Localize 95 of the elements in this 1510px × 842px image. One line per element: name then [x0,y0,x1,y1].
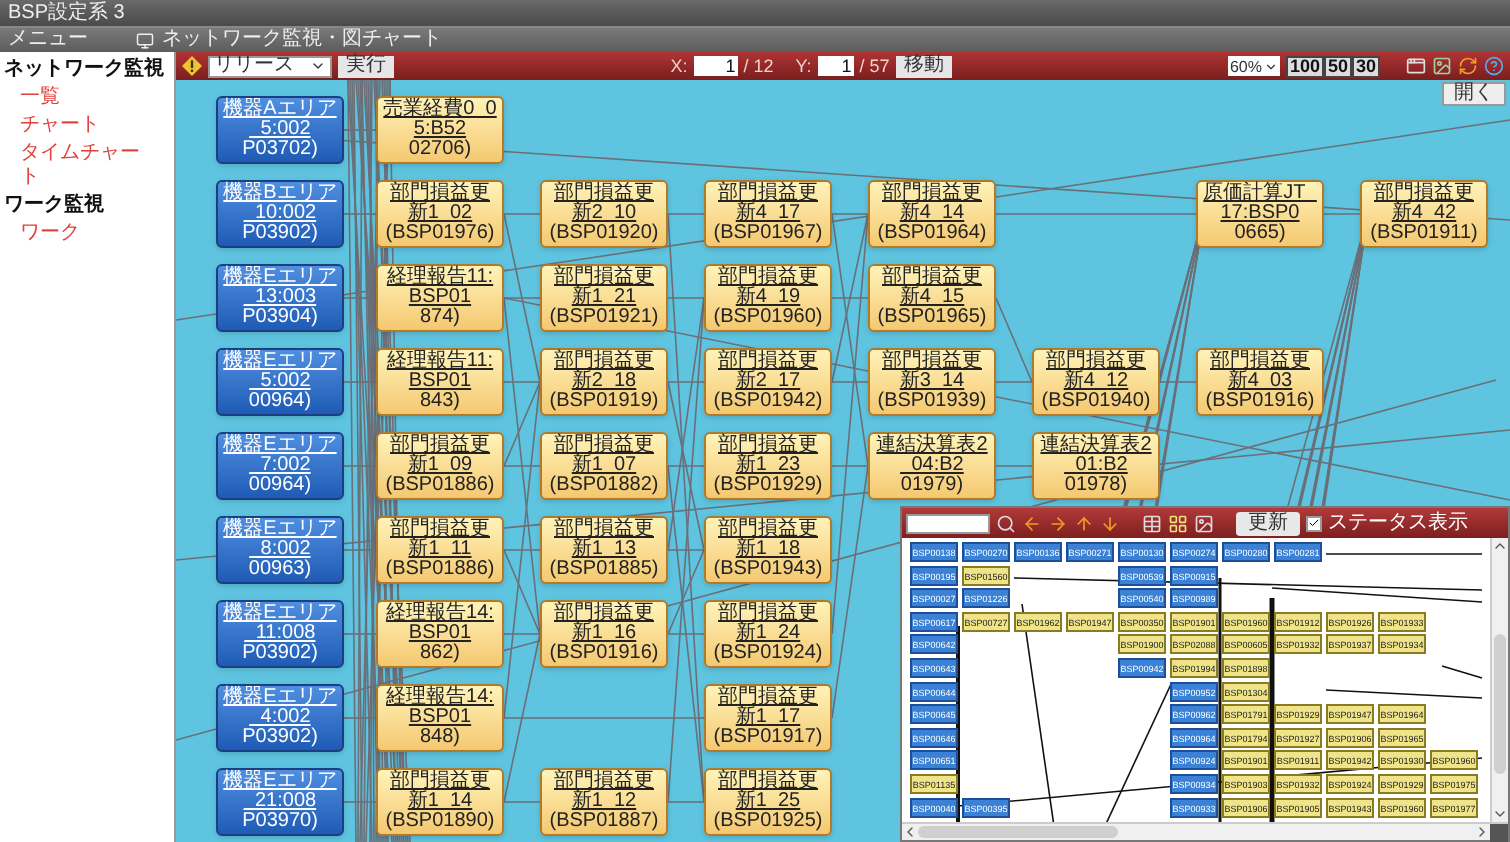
status-label: ステータス表示 [1328,513,1468,533]
image-icon[interactable] [1194,513,1214,533]
source-node[interactable]: 機器Eエリア_5:002 00964) [216,348,344,416]
job-node[interactable]: 部門損益更新3_14 (BSP01939) [868,348,996,416]
job-node[interactable]: 部門損益更新1_21 (BSP01921) [540,264,668,332]
job-node[interactable]: 経理報告11:BSP01 843) [376,348,504,416]
job-node[interactable]: 部門損益更新2_10 (BSP01920) [540,180,668,248]
sidebar-item[interactable]: タイムチャート [0,140,174,192]
x-total: / 12 [743,56,774,76]
check-icon [1308,516,1320,530]
page-title: ネットワーク監視・図チャート [162,30,442,50]
zoom-preset-button[interactable]: 30 [1351,55,1380,77]
source-node[interactable]: 機器Eエリア_21:008 P03970) [216,768,344,836]
arrow-up-icon[interactable] [1074,513,1094,533]
refresh-icon[interactable] [1458,56,1478,76]
sidebar-heading: ネットワーク監視 [2,56,166,84]
arrow-right-icon[interactable] [1048,513,1068,533]
source-node[interactable]: 機器Eエリア_13:003 P03904) [216,264,344,332]
open-button[interactable]: 開く [1442,82,1506,106]
status-checkbox[interactable] [1306,515,1322,531]
job-node[interactable]: 連結決算表2_01:B2 01978) [1032,432,1160,500]
zoom-preset-button[interactable]: 50 [1323,55,1352,77]
job-node[interactable]: 部門損益更新1_24 (BSP01924) [704,600,832,668]
job-node[interactable]: 原価計算JT_17:BSP0 0665) [1196,180,1324,248]
menu-label[interactable]: メニュー [8,30,128,50]
y-field[interactable]: 1 [817,56,854,76]
job-node[interactable]: 部門損益更新2_18 (BSP01919) [540,348,668,416]
window-icon[interactable] [1406,56,1426,76]
scroll-left-icon[interactable] [902,824,918,840]
job-node[interactable]: 部門損益更新4_12 (BSP01940) [1032,348,1160,416]
source-node[interactable]: 機器Eエリア_4:002 P03902) [216,684,344,752]
source-node[interactable]: 機器Aエリア_5:002 P03702) [216,96,344,164]
job-node[interactable]: 部門損益更新2_17 (BSP01942) [704,348,832,416]
zoom-preset-button[interactable]: 100 [1285,55,1324,77]
scroll-right-icon[interactable] [1474,824,1490,840]
job-node[interactable]: 部門損益更新4_03 (BSP01916) [1196,348,1324,416]
move-button[interactable]: 移動 [895,55,952,77]
job-node[interactable]: 連結決算表2_04:B2 01979) [868,432,996,500]
run-button[interactable]: 実行 [338,55,394,77]
help-icon[interactable] [1484,56,1504,76]
refresh-button[interactable]: 更新 [1236,511,1300,535]
job-node[interactable]: 経理報告14:BSP01 862) [376,600,504,668]
arrow-left-icon[interactable] [1022,513,1042,533]
window-title: BSP設定系 3 [8,3,125,23]
caret-icon [310,58,326,74]
source-node[interactable]: 機器Eエリア_8:002 00963) [216,516,344,584]
job-node[interactable]: 部門損益更新4_19 (BSP01960) [704,264,832,332]
job-node[interactable]: 部門損益更新1_07 (BSP01882) [540,432,668,500]
job-node[interactable]: 部門損益更新1_09 (BSP01886) [376,432,504,500]
scroll-up-icon[interactable] [1492,538,1508,554]
y-total: / 57 [859,56,890,76]
job-node[interactable]: 経理報告11:BSP01 874) [376,264,504,332]
image-icon[interactable] [1432,56,1452,76]
x-field[interactable]: 1 [693,56,738,76]
arrow-down-icon[interactable] [1100,513,1120,533]
job-node[interactable]: 部門損益更新4_14 (BSP01964) [868,180,996,248]
source-node[interactable]: 機器Eエリア_7:002 00964) [216,432,344,500]
scrollbar-thumb[interactable] [918,826,1118,838]
filter-select[interactable]: リリース [208,55,332,77]
job-node[interactable]: 部門損益更新1_13 (BSP01885) [540,516,668,584]
job-node[interactable]: 部門損益更新1_25 (BSP01925) [704,768,832,836]
warning-icon [182,56,202,76]
scroll-down-icon[interactable] [1492,806,1508,822]
job-node[interactable]: 部門損益更新1_14 (BSP01890) [376,768,504,836]
job-node[interactable]: 部門損益更新4_15 (BSP01965) [868,264,996,332]
grid-icon[interactable] [1168,513,1188,533]
resize-grip-icon[interactable] [1490,823,1508,841]
job-node[interactable]: 部門損益更新1_18 (BSP01943) [704,516,832,584]
job-node[interactable]: 経理報告14:BSP01 848) [376,684,504,752]
sidebar-item[interactable]: チャート [0,112,174,140]
job-node[interactable]: 部門損益更新1_02 (BSP01976) [376,180,504,248]
horizontal-scrollbar[interactable] [902,822,1508,840]
monitor-icon [136,31,154,49]
job-node[interactable]: 部門損益更新1_17 (BSP01917) [704,684,832,752]
sidebar-heading: ワーク監視 [2,192,106,220]
x-label: X: [670,56,688,76]
job-node[interactable]: 部門損益更新1_12 (BSP01887) [540,768,668,836]
caret-icon [1263,59,1278,73]
job-node[interactable]: 部門損益更新1_23 (BSP01929) [704,432,832,500]
table-icon[interactable] [1142,513,1162,533]
job-node[interactable]: 部門損益更新4_17 (BSP01967) [704,180,832,248]
job-node[interactable]: 部門損益更新4_42 (BSP01911) [1360,180,1488,248]
source-node[interactable]: 機器Bエリア_10:002 P03902) [216,180,344,248]
zoom-select[interactable]: 60% [1227,56,1280,76]
sidebar-item[interactable]: 一覧 [0,84,174,112]
sidebar-item[interactable]: ワーク [0,220,174,248]
job-node[interactable]: 部門損益更新1_11 (BSP01886) [376,516,504,584]
search-field[interactable] [906,513,990,533]
search-icon[interactable] [996,513,1016,533]
vertical-scrollbar[interactable] [1490,538,1508,822]
scrollbar-thumb[interactable] [1494,634,1506,774]
job-node[interactable]: 部門損益更新1_16 (BSP01916) [540,600,668,668]
y-label: Y: [795,56,812,76]
job-node[interactable]: 売業経費0_05:B52 02706) [376,96,504,164]
source-node[interactable]: 機器Eエリア_11:008 P03902) [216,600,344,668]
